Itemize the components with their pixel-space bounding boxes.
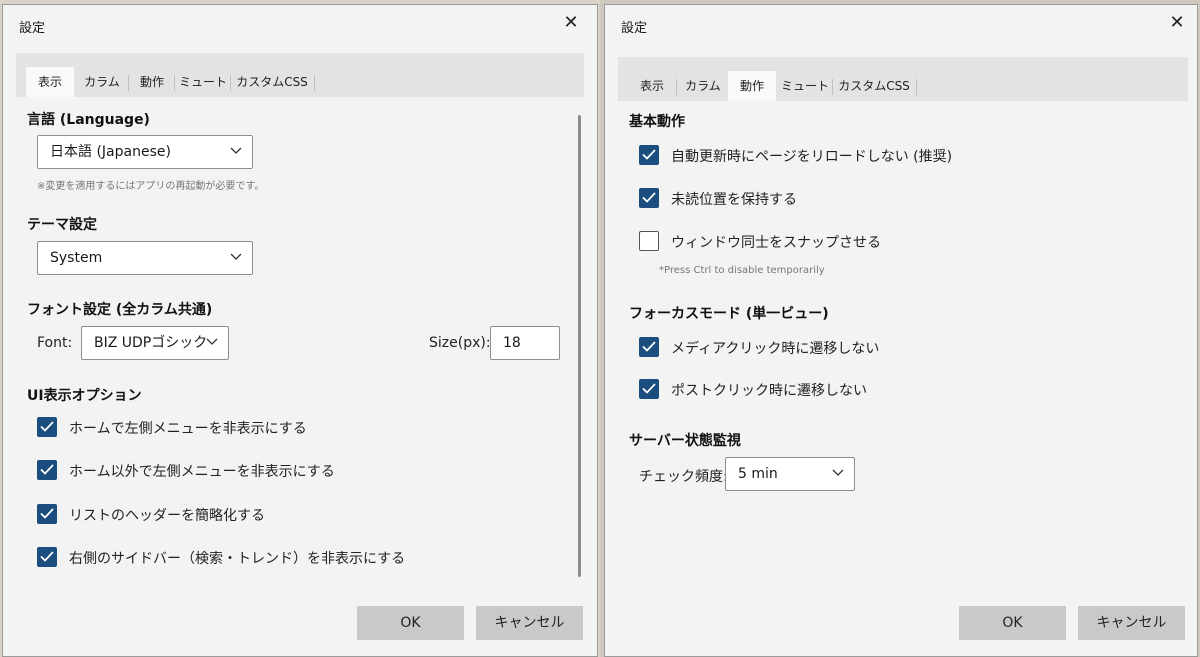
- font-label: Font:: [37, 335, 73, 351]
- checkbox-no-media-nav[interactable]: メディアクリック時に遷移しない: [639, 336, 1059, 360]
- ctrl-note: *Press Ctrl to disable temporarily: [659, 265, 825, 276]
- checkbox[interactable]: [37, 547, 57, 567]
- checkbox[interactable]: [639, 337, 659, 357]
- checkbox-label: ポストクリック時に遷移しない: [671, 383, 867, 399]
- chevron-down-icon: [230, 253, 242, 260]
- checkbox[interactable]: [37, 504, 57, 524]
- tab-custom-css[interactable]: カスタムCSS: [834, 71, 914, 101]
- checkbox-no-reload[interactable]: 自動更新時にページをリロードしない (推奨): [639, 144, 1059, 168]
- font-heading: フォント設定 (全カラム共通): [27, 302, 213, 318]
- checkbox-hide-right-sidebar[interactable]: 右側のサイドバー（検索・トレンド）を非表示にする: [37, 546, 497, 570]
- tab-separator: [128, 75, 129, 91]
- checkbox-keep-unread[interactable]: 未読位置を保持する: [639, 187, 1059, 211]
- checkbox-hide-left-menu-home[interactable]: ホームで左側メニューを非表示にする: [37, 416, 457, 440]
- theme-heading: テーマ設定: [27, 217, 97, 233]
- server-heading: サーバー状態監視: [629, 433, 741, 449]
- tab-display[interactable]: 表示: [628, 71, 676, 101]
- basic-heading: 基本動作: [629, 114, 685, 130]
- tab-columns[interactable]: カラム: [678, 71, 728, 101]
- size-label: Size(px):: [429, 335, 491, 351]
- checkbox-label: 右側のサイドバー（検索・トレンド）を非表示にする: [69, 551, 406, 567]
- close-icon[interactable]: ✕: [561, 13, 581, 33]
- tab-mute[interactable]: ミュート: [176, 67, 230, 97]
- checkbox-label: リストのヘッダーを簡略化する: [69, 508, 265, 524]
- cancel-button[interactable]: キャンセル: [1078, 606, 1185, 640]
- language-value: 日本語 (Japanese): [50, 144, 171, 160]
- tab-separator: [174, 75, 175, 91]
- checkbox[interactable]: [37, 460, 57, 480]
- checkbox-hide-left-menu-other[interactable]: ホーム以外で左側メニューを非表示にする: [37, 459, 457, 483]
- font-value: BIZ UDPゴシック: [94, 335, 208, 351]
- dialog-title: 設定: [19, 21, 46, 36]
- checkbox-label: 未読位置を保持する: [671, 192, 797, 208]
- checkbox[interactable]: [639, 379, 659, 399]
- tab-separator: [676, 79, 677, 95]
- checkbox[interactable]: [37, 417, 57, 437]
- checkbox[interactable]: [639, 231, 659, 251]
- chevron-down-icon: [230, 147, 242, 154]
- checkbox[interactable]: [639, 188, 659, 208]
- checkbox-label: メディアクリック時に遷移しない: [671, 341, 880, 357]
- checkbox-label: ホームで左側メニューを非表示にする: [69, 421, 307, 437]
- checkbox-label: ホーム以外で左側メニューを非表示にする: [69, 464, 335, 480]
- tab-display[interactable]: 表示: [26, 67, 74, 97]
- tab-behavior[interactable]: 動作: [728, 71, 776, 101]
- dialog-title: 設定: [621, 21, 648, 36]
- check-frequency-label: チェック頻度:: [639, 469, 728, 485]
- scrollbar[interactable]: [578, 115, 581, 577]
- ok-button[interactable]: OK: [959, 606, 1066, 640]
- tab-custom-css[interactable]: カスタムCSS: [232, 67, 312, 97]
- check-frequency-value: 5 min: [738, 466, 778, 482]
- tab-bar: 表示 カラム 動作 ミュート カスタムCSS: [16, 53, 584, 97]
- tab-separator: [314, 75, 315, 91]
- theme-select[interactable]: System: [37, 241, 253, 275]
- tab-columns[interactable]: カラム: [76, 67, 128, 97]
- font-select[interactable]: BIZ UDPゴシック: [81, 326, 229, 360]
- checkbox-snap-windows[interactable]: ウィンドウ同士をスナップさせる: [639, 230, 1059, 254]
- checkbox-label: 自動更新時にページをリロードしない (推奨): [671, 149, 953, 165]
- settings-dialog-right: 設定 ✕ 表示 カラム 動作 ミュート カスタムCSS 基本動作 自動更新時にペ…: [604, 4, 1198, 657]
- checkbox-simplify-list-header[interactable]: リストのヘッダーを簡略化する: [37, 503, 457, 527]
- chevron-down-icon: [832, 469, 844, 476]
- tab-separator: [832, 79, 833, 95]
- checkbox-no-post-nav[interactable]: ポストクリック時に遷移しない: [639, 378, 1059, 402]
- tab-bar: 表示 カラム 動作 ミュート カスタムCSS: [618, 57, 1188, 101]
- checkbox-label: ウィンドウ同士をスナップさせる: [671, 235, 881, 251]
- tab-mute[interactable]: ミュート: [778, 71, 832, 101]
- restart-note: ※変更を適用するにはアプリの再起動が必要です。: [37, 181, 265, 192]
- size-input[interactable]: 18: [490, 326, 560, 360]
- checkbox[interactable]: [639, 145, 659, 165]
- theme-value: System: [50, 250, 103, 266]
- tab-behavior[interactable]: 動作: [130, 67, 174, 97]
- ok-button[interactable]: OK: [357, 606, 464, 640]
- close-icon[interactable]: ✕: [1167, 13, 1187, 33]
- cancel-button[interactable]: キャンセル: [476, 606, 583, 640]
- check-frequency-select[interactable]: 5 min: [725, 457, 855, 491]
- chevron-down-icon: [206, 338, 218, 345]
- settings-dialog-left: 設定 ✕ 表示 カラム 動作 ミュート カスタムCSS 言語 (Language…: [2, 4, 598, 657]
- tab-separator: [230, 75, 231, 91]
- language-select[interactable]: 日本語 (Japanese): [37, 135, 253, 169]
- tab-separator: [916, 79, 917, 95]
- focus-heading: フォーカスモード (単一ビュー): [629, 306, 829, 322]
- ui-options-heading: UI表示オプション: [27, 388, 142, 404]
- language-heading: 言語 (Language): [27, 112, 150, 128]
